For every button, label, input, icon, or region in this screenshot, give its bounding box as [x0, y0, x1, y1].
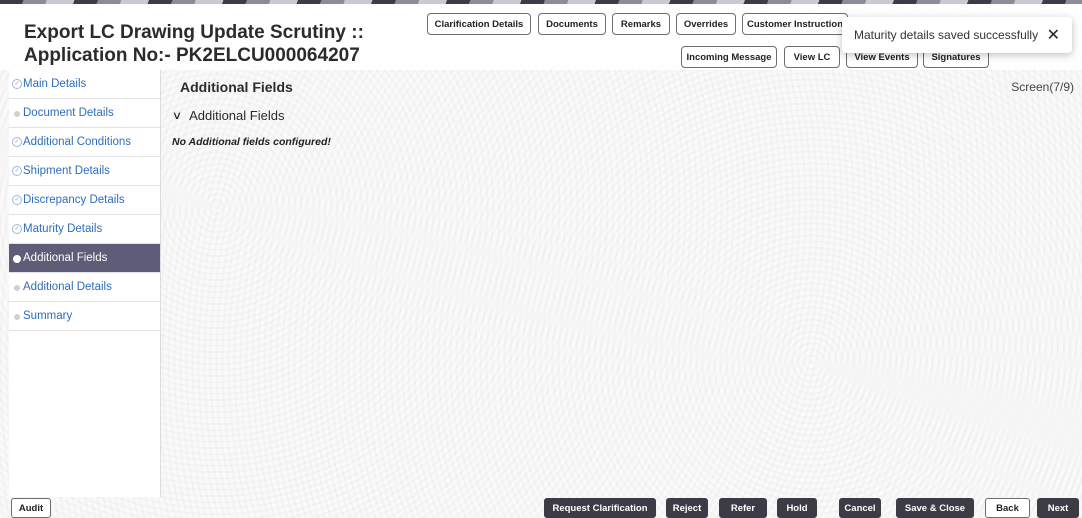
documents-button[interactable]: Documents [538, 13, 606, 35]
toast-message: Maturity details saved successfully [854, 28, 1039, 42]
sidebar-item-shipment-details[interactable]: ✓ Shipment Details [9, 157, 160, 186]
step-pending-icon [14, 314, 20, 320]
page-title: Export LC Drawing Update Scrutiny :: App… [24, 22, 364, 66]
accordion-label: Additional Fields [189, 108, 285, 123]
sidebar-item-maturity-details[interactable]: ✓ Maturity Details [9, 215, 160, 244]
sidebar-item-summary[interactable]: Summary [9, 302, 160, 331]
step-done-icon: ✓ [12, 79, 22, 89]
action-footer: Audit Request Clarification Reject Refer… [0, 497, 1082, 518]
sidebar-item-label: Main Details [23, 78, 87, 90]
step-pending-icon [14, 111, 20, 117]
next-button[interactable]: Next [1037, 498, 1079, 518]
main-content: Additional Fields Screen(7/9) ∨ Addition… [160, 70, 1082, 497]
sidebar-item-label: Maturity Details [23, 223, 103, 235]
screen-counter: Screen(7/9) [1011, 80, 1074, 94]
request-clarification-button[interactable]: Request Clarification [544, 498, 656, 518]
remarks-button[interactable]: Remarks [612, 13, 670, 35]
step-navigation-sidebar: ✓ Main Details Document Details ✓ Additi… [9, 70, 161, 497]
clarification-details-button[interactable]: Clarification Details [427, 13, 531, 35]
sidebar-item-additional-conditions[interactable]: ✓ Additional Conditions [9, 128, 160, 157]
sidebar-item-label: Summary [23, 310, 73, 322]
view-lc-button[interactable]: View LC [784, 46, 840, 68]
sidebar-item-label: Additional Fields [23, 252, 108, 264]
step-done-icon: ✓ [12, 195, 22, 205]
cancel-button[interactable]: Cancel [839, 498, 881, 518]
step-pending-icon [14, 285, 20, 291]
top-banner-strip [0, 0, 1082, 4]
step-done-icon: ✓ [12, 224, 22, 234]
step-done-icon: ✓ [12, 137, 22, 147]
sidebar-item-additional-fields[interactable]: Additional Fields [9, 244, 160, 273]
empty-state-message: No Additional fields configured! [172, 136, 331, 148]
chevron-down-icon: ∨ [171, 110, 183, 122]
sidebar-item-label: Discrepancy Details [23, 194, 125, 206]
sidebar-item-label: Additional Conditions [23, 136, 132, 148]
save-close-button[interactable]: Save & Close [896, 498, 974, 518]
back-button[interactable]: Back [985, 498, 1030, 518]
customer-instruction-button[interactable]: Customer Instruction [742, 13, 848, 35]
hold-button[interactable]: Hold [777, 498, 817, 518]
incoming-message-button[interactable]: Incoming Message [681, 46, 777, 68]
sidebar-item-additional-details[interactable]: Additional Details [9, 273, 160, 302]
section-title: Additional Fields [180, 79, 293, 95]
reject-button[interactable]: Reject [666, 498, 708, 518]
sidebar-item-main-details[interactable]: ✓ Main Details [9, 70, 160, 99]
refer-button[interactable]: Refer [719, 498, 767, 518]
overrides-button[interactable]: Overrides [676, 13, 736, 35]
sidebar-item-label: Document Details [23, 107, 114, 119]
step-current-icon [13, 255, 21, 263]
sidebar-item-label: Additional Details [23, 281, 112, 293]
success-toast: Maturity details saved successfully ✕ [842, 17, 1072, 53]
sidebar-item-label: Shipment Details [23, 165, 110, 177]
additional-fields-accordion[interactable]: ∨ Additional Fields [171, 108, 285, 123]
audit-button[interactable]: Audit [11, 498, 51, 518]
sidebar-item-document-details[interactable]: Document Details [9, 99, 160, 128]
step-done-icon: ✓ [12, 166, 22, 176]
sidebar-item-discrepancy-details[interactable]: ✓ Discrepancy Details [9, 186, 160, 215]
close-icon[interactable]: ✕ [1047, 25, 1060, 45]
